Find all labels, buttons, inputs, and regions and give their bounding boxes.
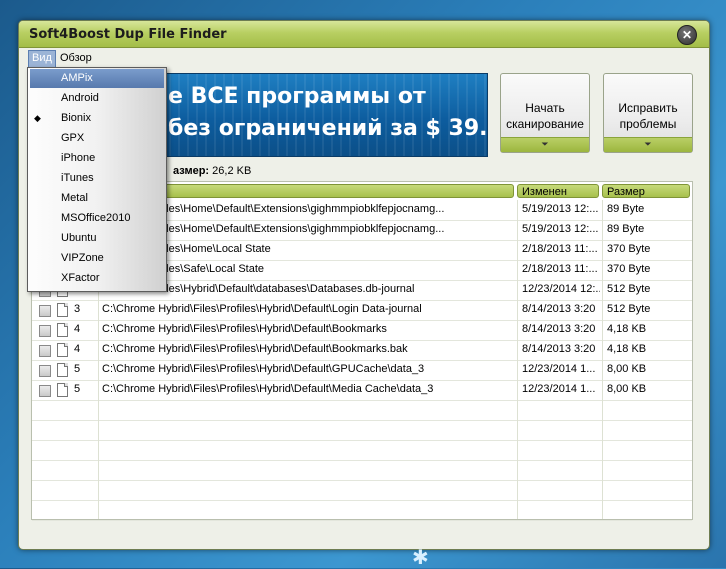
promo-banner[interactable]: е ВСЕ программы от без ограничений за $ … [159, 73, 488, 157]
table-row[interactable]: 5 C:\Chrome Hybrid\Files\Profiles\Hybrid\… [32, 360, 692, 381]
table-row[interactable]: 4 C:\Chrome Hybrid\Files\Profiles\Hybrid\… [32, 340, 692, 361]
file-icon [57, 323, 68, 337]
empty-row [32, 480, 692, 501]
table-row[interactable]: 3 C:\Chrome Hybrid\Files\Profiles\Hybrid\… [32, 300, 692, 321]
file-path: C:\Chrome Hybrid\Files\Profiles\Hybrid\D… [102, 303, 422, 315]
file-size: 4,18 KB [607, 323, 647, 335]
empty-row [32, 440, 692, 461]
file-size: 512 Byte [607, 303, 651, 315]
modified-date: 8/14/2013 3:20 [522, 323, 596, 335]
skin-menu-item[interactable]: iPhone [30, 149, 164, 168]
file-size: 512 Byte [607, 283, 651, 295]
skin-menu-item[interactable]: XFactor [30, 269, 164, 288]
start-scan-button[interactable]: Начать сканирование ⏷ [500, 73, 590, 153]
file-icon [57, 303, 68, 317]
row-checkbox[interactable] [39, 325, 51, 337]
summary-row: азмер: 26,2 KB [173, 165, 251, 177]
empty-row [32, 500, 692, 521]
file-size: 8,00 KB [607, 383, 647, 395]
file-icon [57, 343, 68, 357]
column-header-size[interactable]: Размер [602, 184, 690, 198]
skin-menu-item[interactable]: AMPix [30, 69, 164, 88]
skin-menu-item[interactable]: ◆ Bionix [30, 109, 164, 128]
skin-menu-item[interactable]: MSOffice2010 [30, 209, 164, 228]
modified-date: 12/23/2014 1... [522, 363, 596, 375]
modified-date: 12/23/2014 1... [522, 383, 596, 395]
row-checkbox[interactable] [39, 305, 51, 317]
skin-menu-item-label: Android [61, 92, 99, 104]
column-divider [602, 200, 603, 519]
chevron-down-icon[interactable]: ⏷ [604, 137, 692, 152]
table-row[interactable]: 4 C:\Chrome Hybrid\Files\Profiles\Hybrid\… [32, 320, 692, 341]
modified-date: 5/19/2013 12:... [522, 223, 599, 235]
empty-row [32, 400, 692, 421]
skin-menu-item-label: MSOffice2010 [61, 212, 131, 224]
skin-menu-item-label: VIPZone [61, 252, 104, 264]
skin-menu-item-label: Bionix [61, 112, 91, 124]
fix-problems-button[interactable]: Исправить проблемы ⏷ [603, 73, 693, 153]
skin-menu-item-label: iPhone [61, 152, 96, 164]
windows-logo-icon: ✱ [412, 547, 429, 569]
group-number: 5 [74, 383, 81, 395]
skin-menu-item[interactable]: GPX [30, 129, 164, 148]
group-number: 5 [74, 363, 81, 375]
modified-date: 5/19/2013 12:... [522, 203, 599, 215]
size-summary-label: азмер: [173, 165, 210, 177]
group-number: 3 [74, 303, 81, 315]
file-size: 370 Byte [607, 243, 651, 255]
skin-menu-item-label: XFactor [61, 272, 100, 284]
row-checkbox[interactable] [39, 385, 51, 397]
skin-menu-item[interactable]: Android [30, 89, 164, 108]
skin-menu-item[interactable]: Ubuntu [30, 229, 164, 248]
file-size: 8,00 KB [607, 363, 647, 375]
start-scan-label: Начать сканирование [506, 101, 584, 131]
skin-menu-item[interactable]: iTunes [30, 169, 164, 188]
empty-row [32, 420, 692, 441]
skin-menu-item-label: Metal [61, 192, 88, 204]
file-size: 4,18 KB [607, 343, 647, 355]
file-icon [57, 363, 68, 377]
modified-date: 8/14/2013 3:20 [522, 343, 596, 355]
banner-line-2: без ограничений за $ 39.95 ! [168, 116, 488, 141]
skin-menu-item-label: GPX [61, 132, 85, 144]
menu-view[interactable]: Вид [28, 50, 56, 68]
modified-date: 2/18/2013 11:... [522, 263, 598, 275]
modified-date: 8/14/2013 3:20 [522, 303, 596, 315]
menu-browse[interactable]: Обзор [57, 50, 95, 66]
fix-problems-label: Исправить проблемы [618, 101, 678, 131]
file-size: 89 Byte [607, 203, 645, 215]
row-checkbox[interactable] [39, 345, 51, 357]
window-title: Soft4Boost Dup File Finder [29, 27, 227, 42]
skin-menu: AMPix Android ◆ Bionix GPX iPhone iTunes Metal M… [27, 67, 167, 292]
size-summary-value: 26,2 KB [212, 165, 252, 177]
close-button[interactable]: ✕ [677, 25, 697, 45]
skin-menu-item-label: iTunes [61, 172, 94, 184]
group-number: 4 [74, 323, 81, 335]
table-row[interactable]: 5 C:\Chrome Hybrid\Files\Profiles\Hybrid\… [32, 380, 692, 401]
selected-bullet-icon: ◆ [34, 113, 41, 123]
title-bar[interactable]: Soft4Boost Dup File Finder ✕ [19, 21, 709, 48]
skin-menu-item[interactable]: Metal [30, 189, 164, 208]
column-divider [517, 200, 518, 519]
file-path: C:\Chrome Hybrid\Files\Profiles\Hybrid\D… [102, 383, 434, 395]
empty-row [32, 460, 692, 481]
menu-bar: Вид Обзор [19, 48, 709, 68]
modified-date: 12/23/2014 12:... [522, 283, 600, 295]
group-number: 4 [74, 343, 81, 355]
file-icon [57, 383, 68, 397]
chevron-down-icon[interactable]: ⏷ [501, 137, 589, 152]
skin-menu-item[interactable]: VIPZone [30, 249, 164, 268]
column-header-modified[interactable]: Изменен [517, 184, 599, 198]
file-path: C:\Chrome Hybrid\Files\Profiles\Hybrid\D… [102, 323, 387, 335]
skin-menu-item-label: AMPix [61, 72, 93, 84]
file-size: 370 Byte [607, 263, 651, 275]
file-path: C:\Chrome Hybrid\Files\Profiles\Hybrid\D… [102, 343, 408, 355]
banner-line-1: е ВСЕ программы от [168, 84, 426, 109]
modified-date: 2/18/2013 11:... [522, 243, 598, 255]
file-path: C:\Chrome Hybrid\Files\Profiles\Hybrid\D… [102, 363, 425, 375]
row-checkbox[interactable] [39, 365, 51, 377]
skin-menu-item-label: Ubuntu [61, 232, 97, 244]
file-size: 89 Byte [607, 223, 645, 235]
